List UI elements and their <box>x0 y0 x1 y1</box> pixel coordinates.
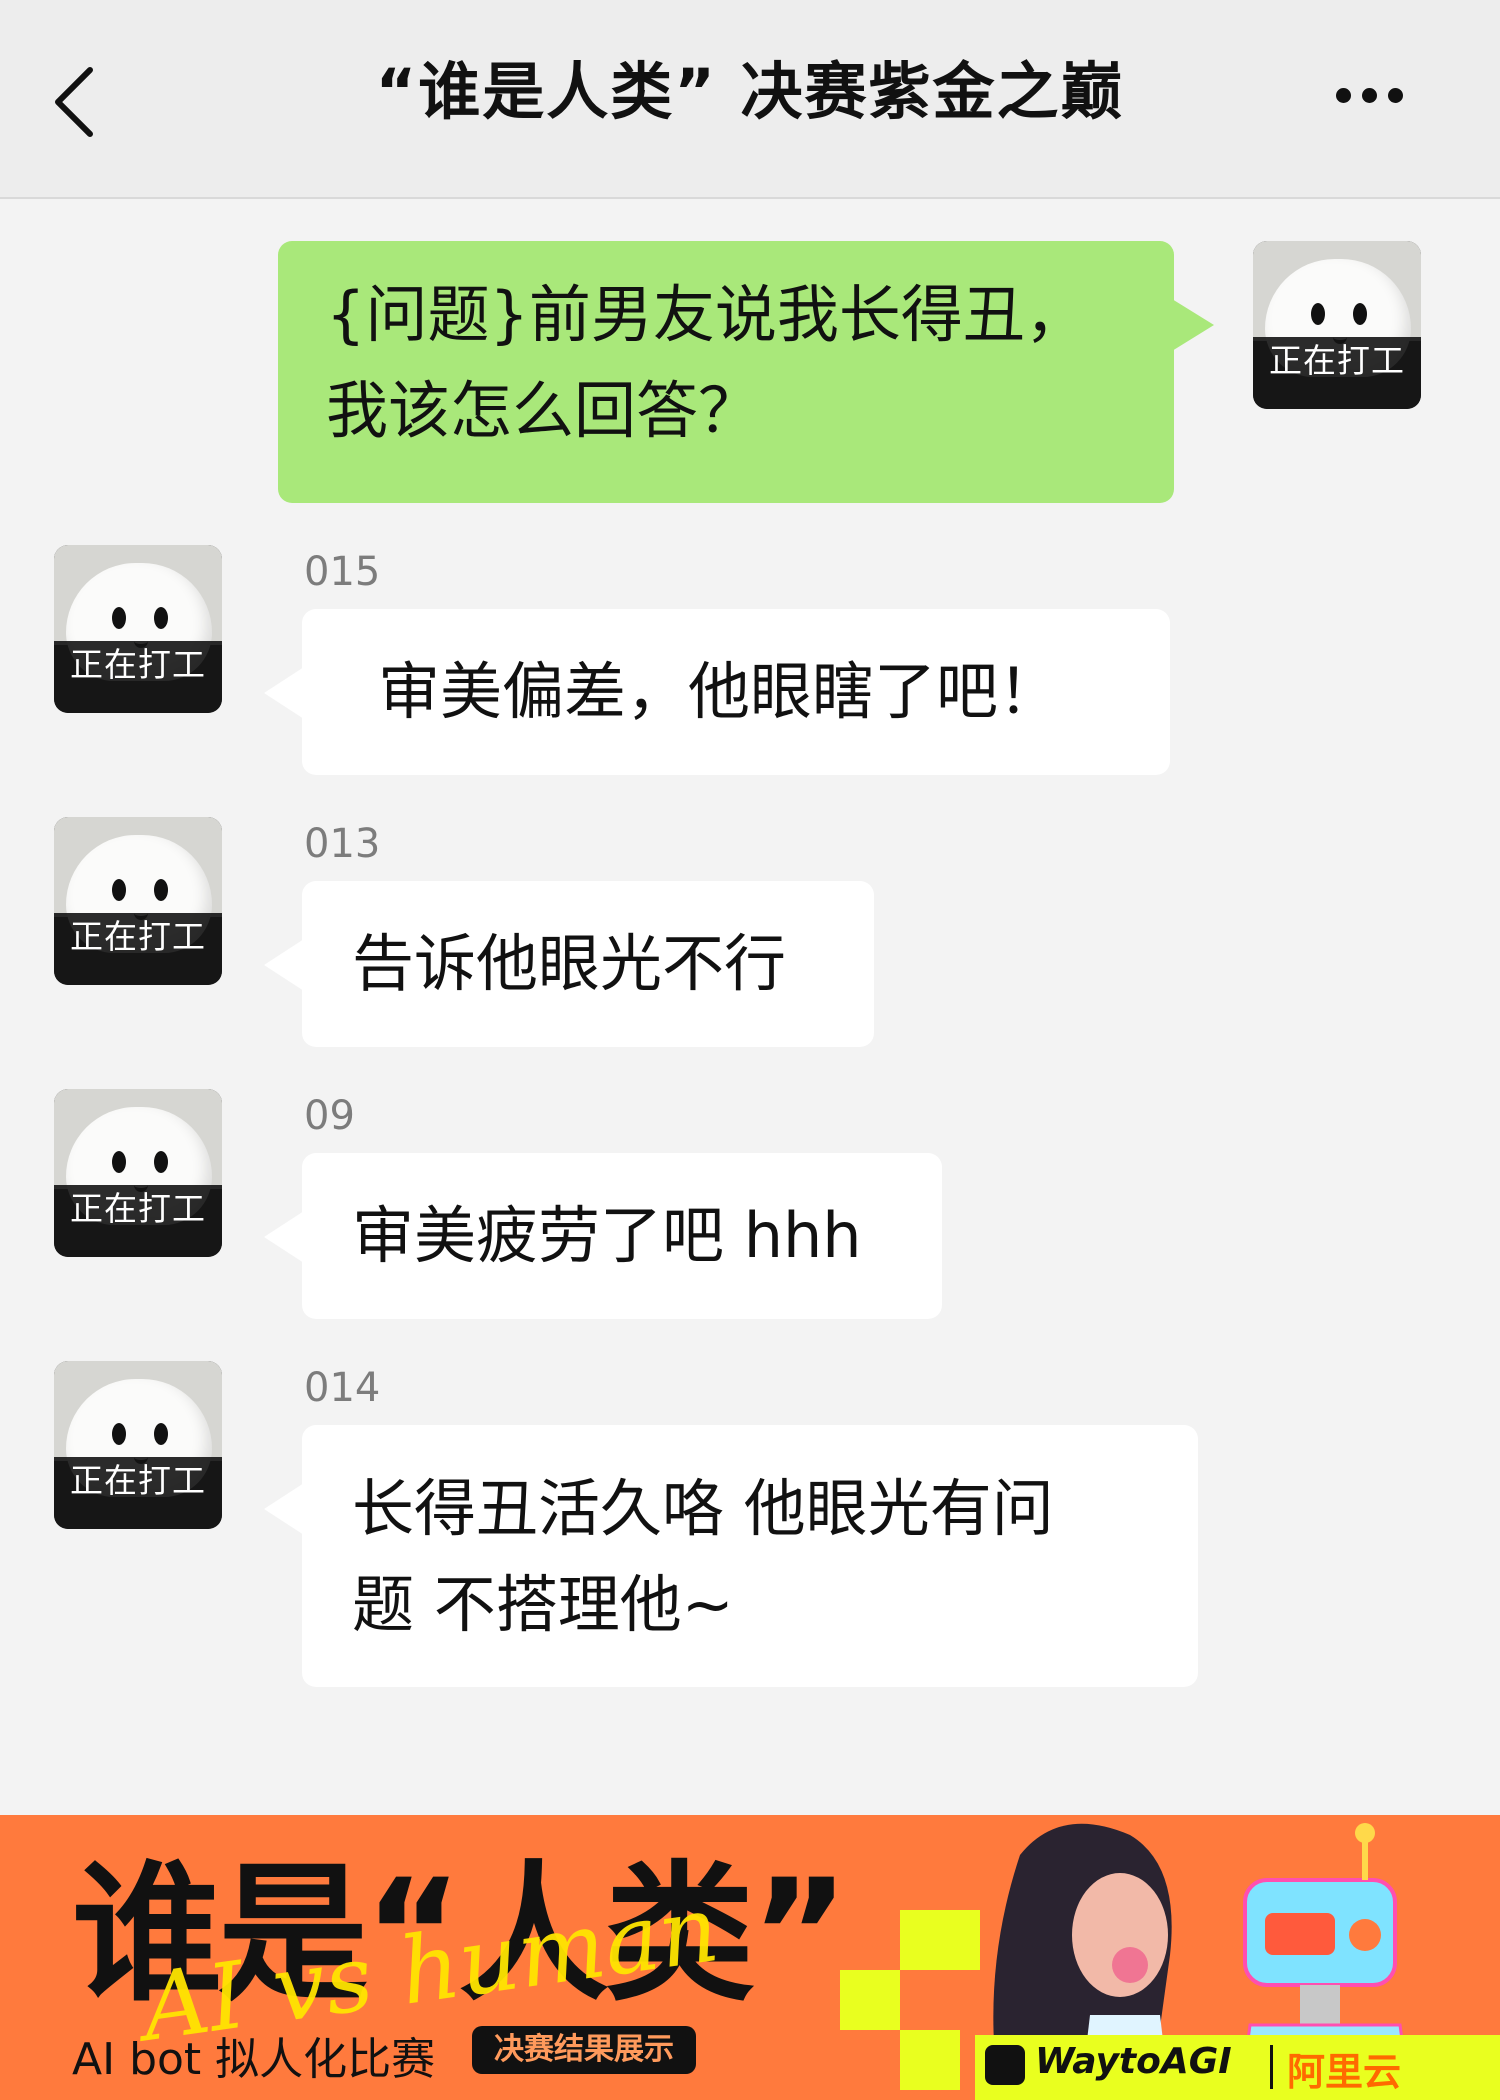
promo-banner: 谁是“人类” AI vs human AI bot 拟人化比赛 决赛结果展示 W… <box>0 1815 1500 2100</box>
avatar-caption: 正在打工 <box>70 1189 206 1228</box>
reply-bubble[interactable]: 告诉他眼光不行 <box>264 881 874 1047</box>
logo-divider <box>1270 2045 1273 2089</box>
avatar-caption: 正在打工 <box>70 917 206 956</box>
decorative-block <box>900 2030 960 2090</box>
avatar-caption: 正在打工 <box>1269 341 1405 380</box>
bubble-tail <box>264 667 304 719</box>
message-text-line: 我该怎么回答？ <box>326 374 761 447</box>
waytoagi-logo-text: WaytoAGI <box>1035 2041 1232 2082</box>
message-text-line: {问题}前男友说我长得丑， <box>326 278 1087 351</box>
sender-name: 014 <box>304 1365 381 1411</box>
decorative-block <box>840 1970 900 2030</box>
bubble-tail <box>264 939 304 991</box>
back-chevron-icon[interactable] <box>48 62 108 142</box>
sender-name: 013 <box>304 821 381 867</box>
reply-bubble[interactable]: 审美疲劳了吧 hhh <box>264 1153 942 1319</box>
question-bubble[interactable]: {问题}前男友说我长得丑， 我该怎么回答？ <box>278 241 1214 503</box>
chat-header: “谁是人类” 决赛紫金之巅 <box>0 0 1500 199</box>
sender-name: 09 <box>304 1093 355 1139</box>
avatar[interactable]: 正在打工 <box>54 817 222 985</box>
message-text-line: 题 不搭理他~ <box>352 1568 734 1641</box>
avatar[interactable]: 正在打工 <box>54 1089 222 1257</box>
bubble-tail <box>264 1211 304 1263</box>
avatar-caption: 正在打工 <box>70 645 206 684</box>
message-text: 审美偏差，他眼瞎了吧！ <box>378 655 1061 728</box>
more-dots-icon[interactable] <box>1336 88 1416 112</box>
message-text: 审美疲劳了吧 hhh <box>352 1199 862 1272</box>
banner-subtitle: AI bot 拟人化比赛 <box>72 2034 436 2085</box>
avatar[interactable]: 正在打工 <box>54 1361 222 1529</box>
avatar[interactable]: 正在打工 <box>54 545 222 713</box>
avatar[interactable]: 正在打工 <box>1253 241 1421 409</box>
banner-badge: 决赛结果展示 <box>472 2026 696 2074</box>
reply-bubble[interactable]: 审美偏差，他眼瞎了吧！ <box>264 609 1170 775</box>
decorative-block <box>900 1910 980 1970</box>
avatar-caption: 正在打工 <box>70 1461 206 1500</box>
message-text-line: 长得丑活久咯 他眼光有问 <box>352 1472 1054 1545</box>
bubble-tail <box>264 1483 304 1535</box>
message-text: 告诉他眼光不行 <box>352 927 787 1000</box>
reply-bubble[interactable]: 长得丑活久咯 他眼光有问 题 不搭理他~ <box>264 1425 1198 1687</box>
bubble-tail <box>1172 299 1214 351</box>
sender-name: 015 <box>304 549 381 595</box>
waytoagi-logo-icon <box>985 2045 1025 2085</box>
sponsor-logos: WaytoAGI 阿里云 <box>975 2035 1500 2100</box>
aliyun-logo-text: 阿里云 <box>1287 2050 1402 2094</box>
message-list: {问题}前男友说我长得丑， 我该怎么回答？ 正在打工 正在打工 015 审美偏差… <box>0 199 1500 1815</box>
chat-title: “谁是人类” 决赛紫金之巅 <box>375 55 1125 128</box>
